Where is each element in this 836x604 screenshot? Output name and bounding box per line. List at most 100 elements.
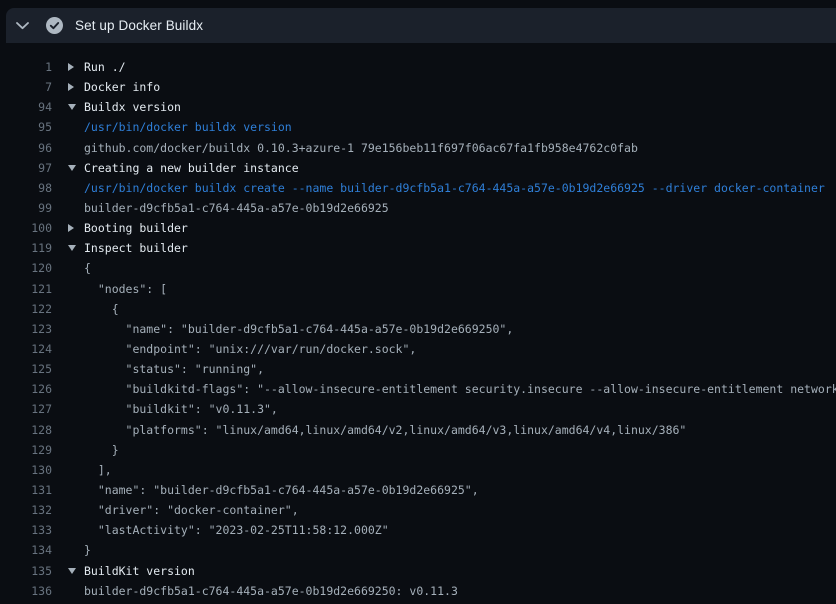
log-viewer: 1Run ./7Docker info94Buildx version95/us…: [0, 43, 836, 604]
log-line: 134}: [0, 540, 836, 560]
log-text: }: [84, 540, 91, 560]
arrow-slot-empty: [68, 339, 84, 359]
line-number[interactable]: 97: [0, 158, 52, 178]
log-text: builder-d9cfb5a1-c764-445a-a57e-0b19d2e6…: [84, 198, 389, 218]
group-arrow-expanded-icon[interactable]: [68, 165, 76, 171]
line-number[interactable]: 99: [0, 198, 52, 218]
log-line[interactable]: 119 Inspect builder: [0, 238, 836, 258]
log-text: Buildx version: [84, 97, 181, 117]
line-number[interactable]: 126: [0, 379, 52, 399]
arrow-slot-empty: [68, 420, 84, 440]
line-number[interactable]: 124: [0, 339, 52, 359]
line-number[interactable]: 123: [0, 319, 52, 339]
group-arrow-expanded-icon[interactable]: [68, 104, 76, 110]
group-arrow-collapsed-icon[interactable]: [68, 83, 74, 91]
log-text: "endpoint": "unix:///var/run/docker.sock…: [84, 339, 416, 359]
log-text: }: [84, 440, 119, 460]
log-line[interactable]: 94 Buildx version: [0, 97, 836, 117]
line-number[interactable]: 129: [0, 440, 52, 460]
group-arrow-slot[interactable]: [68, 218, 84, 238]
arrow-slot-empty: [68, 379, 84, 399]
log-line: 131 "name": "builder-d9cfb5a1-c764-445a-…: [0, 480, 836, 500]
log-text: /usr/bin/docker buildx create --name bui…: [84, 178, 825, 198]
arrow-slot-empty: [68, 480, 84, 500]
line-number[interactable]: 130: [0, 460, 52, 480]
log-line: 121 "nodes": [: [0, 279, 836, 299]
log-text: github.com/docker/buildx 0.10.3+azure-1 …: [84, 138, 638, 158]
log-line: 126 "buildkitd-flags": "--allow-insecure…: [0, 379, 836, 399]
line-number[interactable]: 98: [0, 178, 52, 198]
line-number[interactable]: 136: [0, 581, 52, 601]
log-text: Creating a new builder instance: [84, 158, 299, 178]
line-number[interactable]: 7: [0, 77, 52, 97]
log-text: /usr/bin/docker buildx version: [84, 117, 292, 137]
line-number[interactable]: 134: [0, 540, 52, 560]
log-line[interactable]: 7 Docker info: [0, 77, 836, 97]
line-number[interactable]: 128: [0, 420, 52, 440]
log-text: "platforms": "linux/amd64,linux/amd64/v2…: [84, 420, 686, 440]
log-text: "status": "running",: [84, 359, 264, 379]
log-line: 125 "status": "running",: [0, 359, 836, 379]
log-text: "name": "builder-d9cfb5a1-c764-445a-a57e…: [84, 319, 513, 339]
group-arrow-slot[interactable]: [68, 158, 84, 178]
log-line: 123 "name": "builder-d9cfb5a1-c764-445a-…: [0, 319, 836, 339]
arrow-slot-empty: [68, 581, 84, 601]
group-arrow-collapsed-icon[interactable]: [68, 224, 74, 232]
group-arrow-collapsed-icon[interactable]: [68, 63, 74, 71]
log-line: 128 "platforms": "linux/amd64,linux/amd6…: [0, 420, 836, 440]
log-line: 95/usr/bin/docker buildx version: [0, 117, 836, 137]
line-number[interactable]: 135: [0, 561, 52, 581]
log-text: Docker info: [84, 77, 160, 97]
line-number[interactable]: 96: [0, 138, 52, 158]
log-text: BuildKit version: [84, 561, 195, 581]
group-arrow-slot[interactable]: [68, 97, 84, 117]
log-line[interactable]: 100 Booting builder: [0, 218, 836, 238]
log-line[interactable]: 97 Creating a new builder instance: [0, 158, 836, 178]
line-number[interactable]: 133: [0, 520, 52, 540]
line-number[interactable]: 122: [0, 299, 52, 319]
arrow-slot-empty: [68, 500, 84, 520]
line-number[interactable]: 94: [0, 97, 52, 117]
line-number[interactable]: 119: [0, 238, 52, 258]
log-text: Booting builder: [84, 218, 188, 238]
arrow-slot-empty: [68, 299, 84, 319]
group-arrow-slot[interactable]: [68, 561, 84, 581]
line-number[interactable]: 131: [0, 480, 52, 500]
line-number[interactable]: 132: [0, 500, 52, 520]
log-text: "nodes": [: [84, 279, 167, 299]
arrow-slot-empty: [68, 258, 84, 278]
step-header[interactable]: Set up Docker Buildx: [6, 8, 836, 43]
arrow-slot-empty: [68, 279, 84, 299]
line-number[interactable]: 95: [0, 117, 52, 137]
arrow-slot-empty: [68, 399, 84, 419]
group-arrow-slot[interactable]: [68, 57, 84, 77]
log-line: 132 "driver": "docker-container",: [0, 500, 836, 520]
log-text: ],: [84, 460, 112, 480]
line-number[interactable]: 125: [0, 359, 52, 379]
log-line[interactable]: 135 BuildKit version: [0, 561, 836, 581]
log-text: "name": "builder-d9cfb5a1-c764-445a-a57e…: [84, 480, 479, 500]
line-number[interactable]: 1: [0, 57, 52, 77]
log-text: Inspect builder: [84, 238, 188, 258]
arrow-slot-empty: [68, 460, 84, 480]
log-line: 130 ],: [0, 460, 836, 480]
arrow-slot-empty: [68, 540, 84, 560]
group-arrow-expanded-icon[interactable]: [68, 568, 76, 574]
log-line: 129 }: [0, 440, 836, 460]
log-line: 124 "endpoint": "unix:///var/run/docker.…: [0, 339, 836, 359]
group-arrow-slot[interactable]: [68, 77, 84, 97]
arrow-slot-empty: [68, 440, 84, 460]
group-arrow-expanded-icon[interactable]: [68, 245, 76, 251]
check-circle-icon: [46, 17, 63, 34]
log-line[interactable]: 1 Run ./: [0, 57, 836, 77]
log-text: {: [84, 258, 91, 278]
line-number[interactable]: 120: [0, 258, 52, 278]
log-line: 122 {: [0, 299, 836, 319]
chevron-down-icon[interactable]: [9, 8, 35, 43]
line-number[interactable]: 121: [0, 279, 52, 299]
arrow-slot-empty: [68, 117, 84, 137]
line-number[interactable]: 100: [0, 218, 52, 238]
log-text: Run ./: [84, 57, 126, 77]
group-arrow-slot[interactable]: [68, 238, 84, 258]
line-number[interactable]: 127: [0, 399, 52, 419]
